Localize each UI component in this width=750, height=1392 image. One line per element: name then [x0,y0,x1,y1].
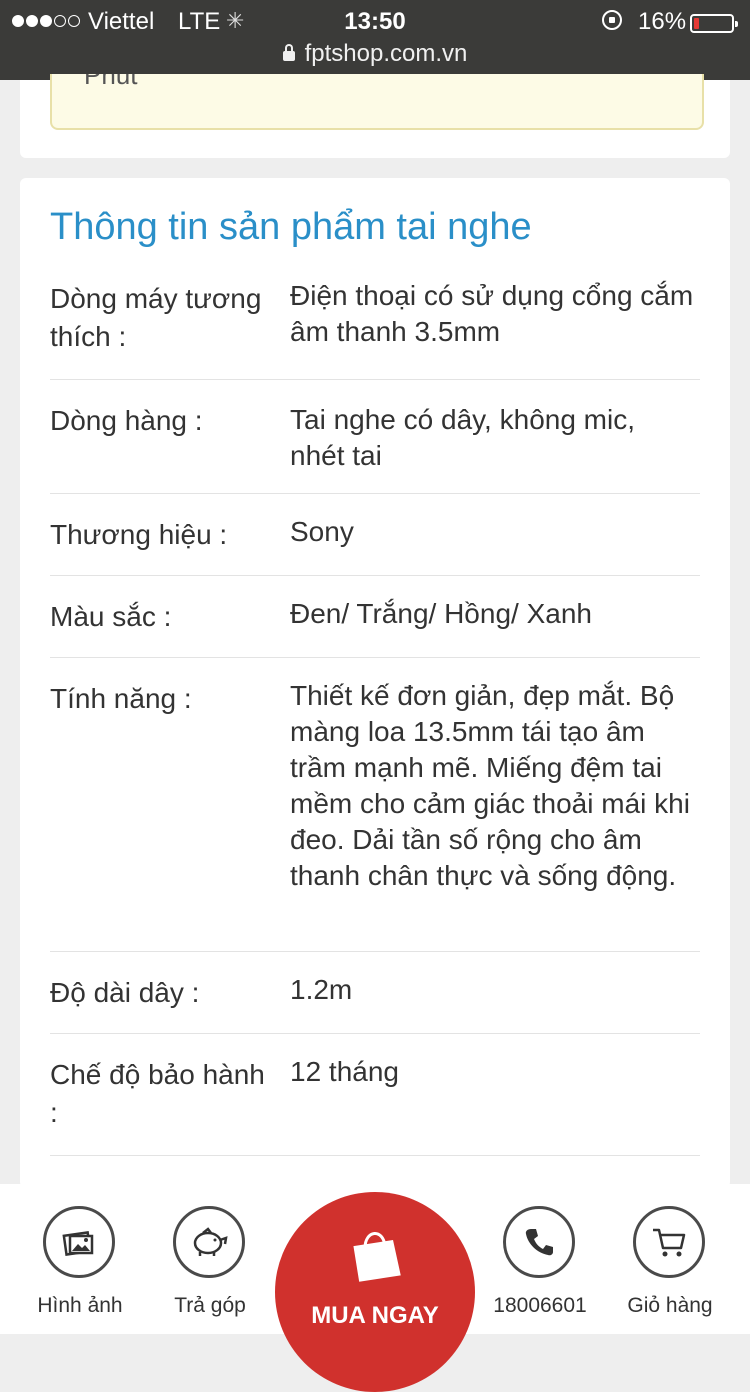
notice-text: Phút [84,74,138,90]
spec-row-compatible: Dòng máy tương thích : Điện thoại có sử … [50,276,700,380]
spec-row-brand: Thương hiệu : Sony [50,494,700,576]
spec-value: Điện thoại có sử dụng cổng cắm âm thanh … [290,280,694,347]
spec-row-warranty: Chế độ bảo hành : 12 tháng [50,1034,700,1156]
installment-label: Trả góp [174,1294,246,1317]
promo-card: Phút [20,74,730,158]
spec-value: 1.2m [290,974,353,1005]
spec-label: Độ dài dây : [50,977,200,1008]
promo-notice: Phút [50,74,704,130]
spec-value: Tai nghe có dây, không mic, nhét tai [290,404,636,471]
url-text: fptshop.com.vn [304,40,468,67]
piggy-bank-icon [173,1206,245,1278]
cart-label: Giỏ hàng [627,1294,713,1317]
spec-label: Thương hiệu : [50,519,228,550]
spec-value: Sony [290,516,354,547]
images-label: Hình ảnh [37,1294,123,1317]
cart-icon [633,1206,705,1278]
images-icon [43,1206,115,1278]
spec-row-color: Màu sắc : Đen/ Trắng/ Hồng/ Xanh [50,576,700,658]
spec-title: Thông tin sản phẩm tai nghe [50,206,532,248]
spec-row-cable-length: Độ dài dây : 1.2m [50,952,700,1034]
hotline-button[interactable]: 18006601 [475,1184,605,1334]
bottom-action-bar: Hình ảnh Trả góp MUA NGAY 18006601 Giỏ h… [0,1184,750,1392]
spec-value: Đen/ Trắng/ Hồng/ Xanh [290,598,592,629]
cart-button[interactable]: Giỏ hàng [605,1184,735,1334]
product-spec-card: Thông tin sản phẩm tai nghe Dòng máy tươ… [20,178,730,1188]
status-bar: Viettel LTE ✳ 13:50 16% fptshop.com.vn [0,0,750,80]
spec-row-category: Dòng hàng : Tai nghe có dây, không mic, … [50,380,700,494]
spec-label: Dòng hàng : [50,405,203,436]
shopping-bag-icon [353,1232,401,1282]
spec-label: Màu sắc : [50,601,172,632]
address-bar[interactable]: fptshop.com.vn [0,40,750,68]
battery-percentage: 16% [638,8,687,35]
buy-now-label: MUA NGAY [311,1302,439,1329]
phone-icon [503,1206,575,1278]
installment-button[interactable]: Trả góp [145,1184,275,1334]
battery-icon [690,14,738,33]
spec-row-features: Tính năng : Thiết kế đơn giản, đẹp mắt. … [50,658,700,952]
spec-value: Thiết kế đơn giản, đẹp mắt. Bộ màng loa … [290,680,690,891]
rotation-lock-icon [602,10,622,30]
spec-label: Chế độ bảo hành : [50,1059,265,1128]
spec-label: Tính năng : [50,683,192,714]
buy-now-button[interactable]: MUA NGAY [275,1192,475,1392]
hotline-label: 18006601 [493,1294,587,1317]
spec-value: 12 tháng [290,1056,399,1087]
lock-icon [282,44,295,61]
images-button[interactable]: Hình ảnh [15,1184,145,1334]
spec-label: Dòng máy tương thích : [50,283,262,352]
